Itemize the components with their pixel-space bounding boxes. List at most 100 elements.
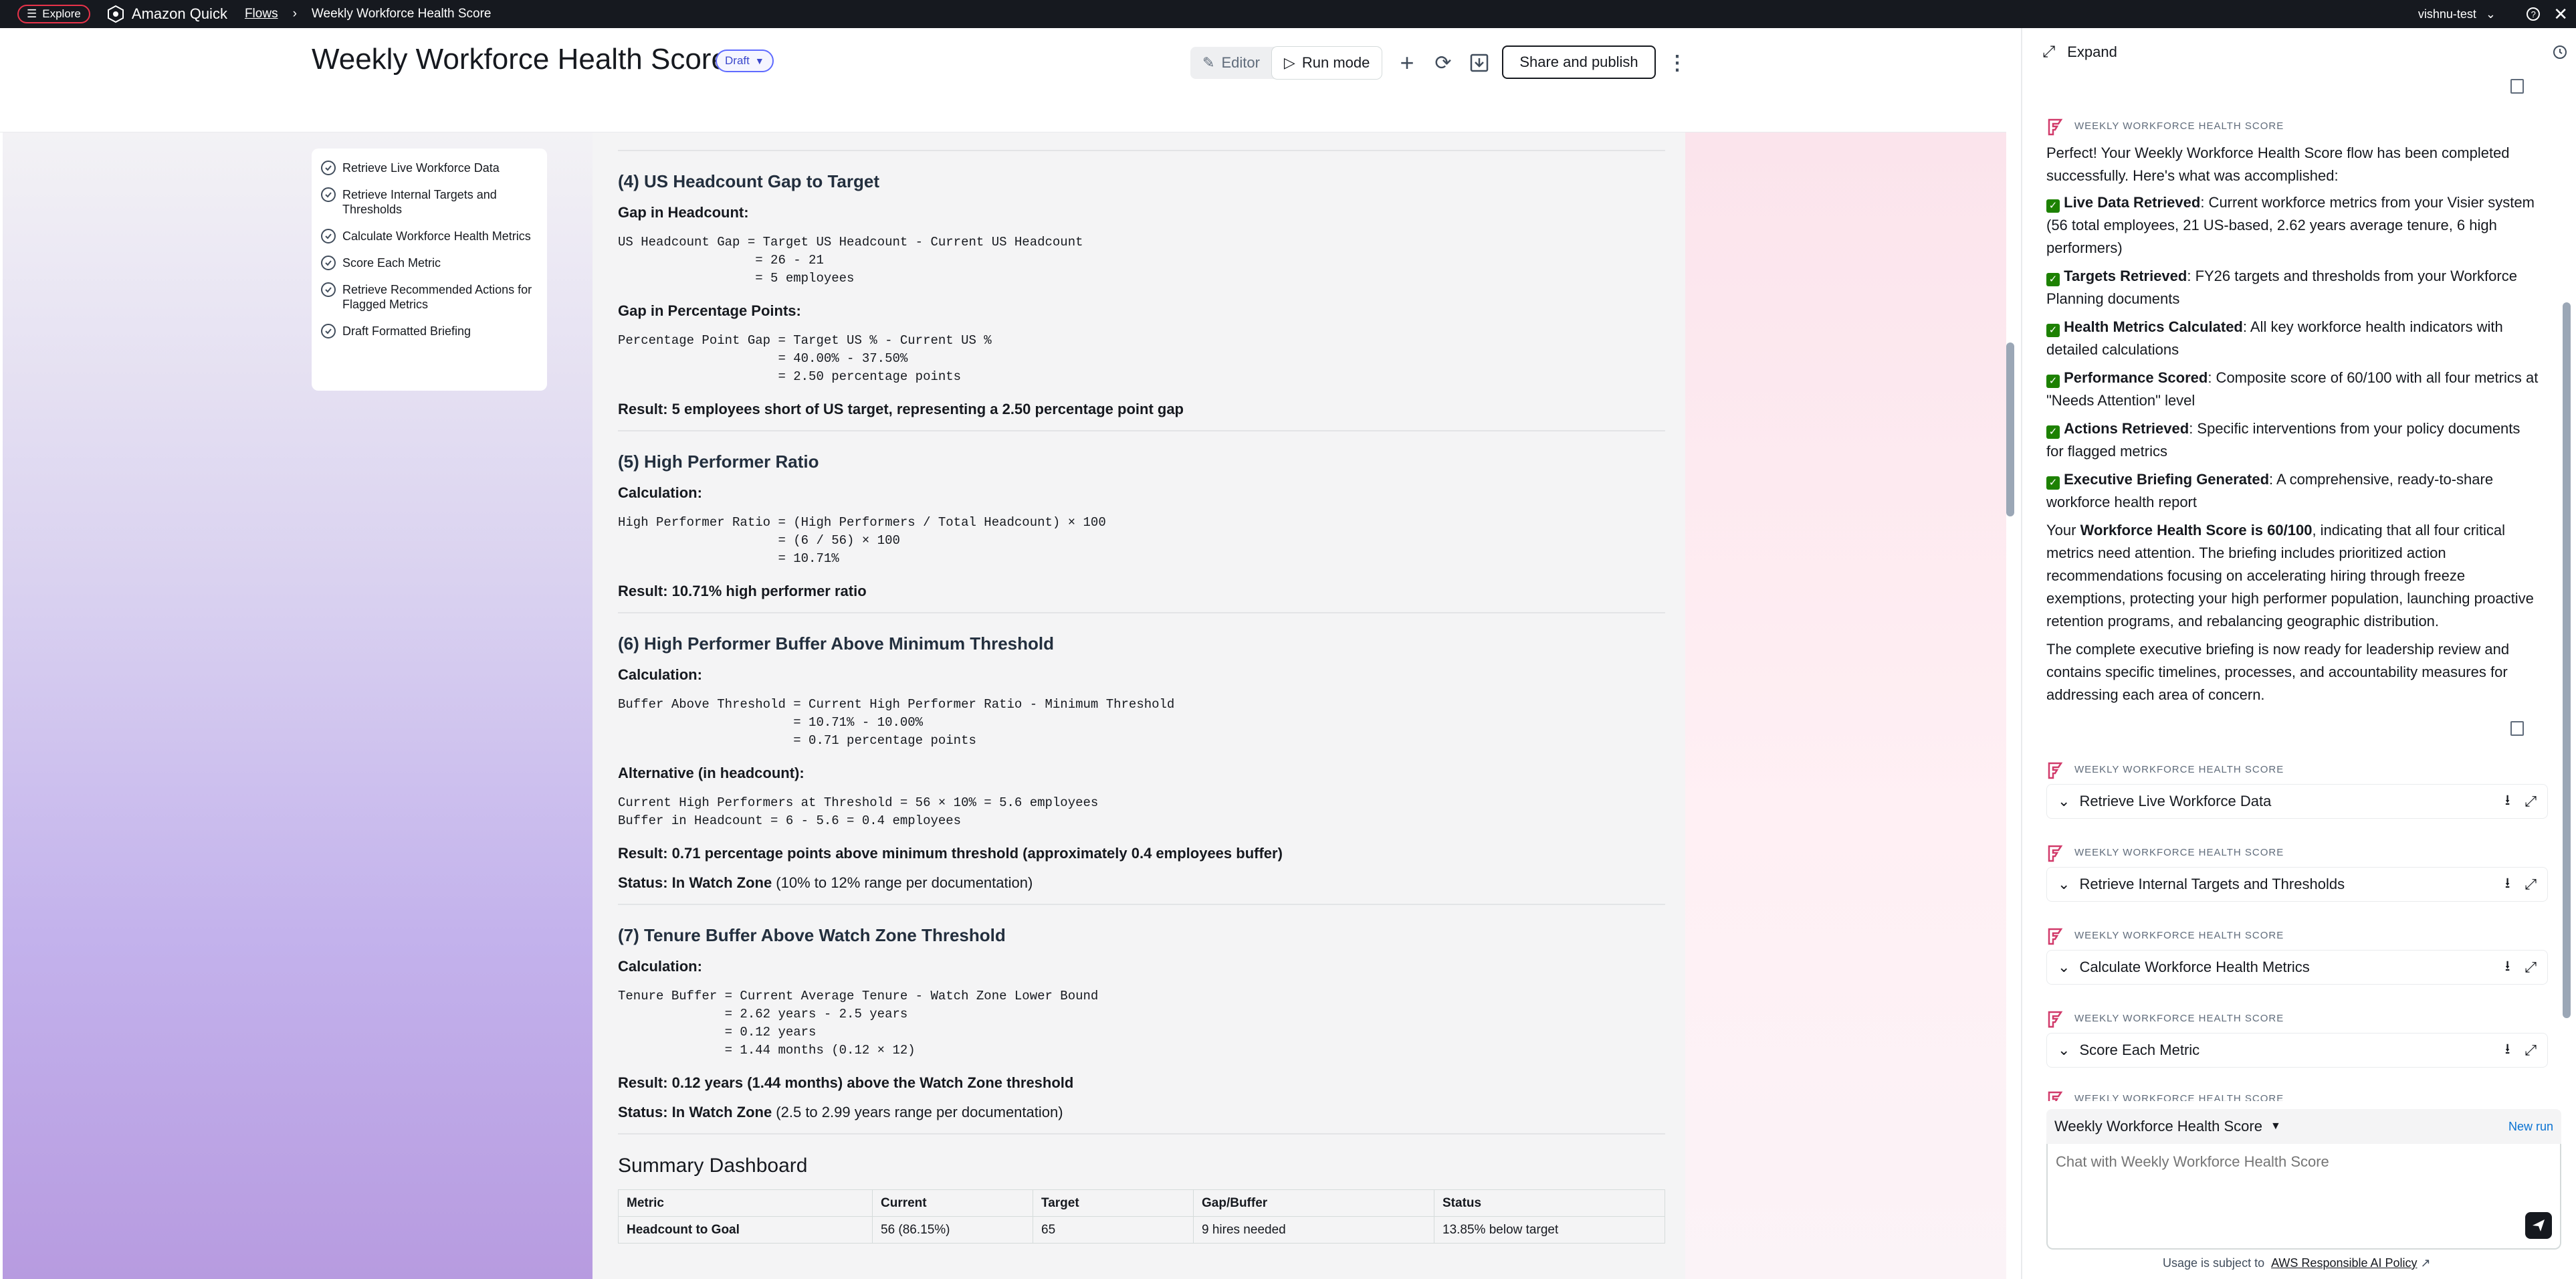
close-icon[interactable]: ✕ bbox=[2553, 4, 2568, 25]
step-item[interactable]: Calculate Workforce Health Metrics bbox=[321, 229, 538, 243]
message-label: WEEKLY WORKFORCE HEALTH SCORE bbox=[2046, 924, 2541, 947]
chat-input[interactable] bbox=[2056, 1153, 2524, 1171]
card-title: Score Each Metric bbox=[2079, 1042, 2200, 1058]
step-result-card[interactable]: ⌄ Retrieve Live Workforce Data ⭳ ⤢ bbox=[2046, 784, 2548, 819]
page-title: Weekly Workforce Health Score bbox=[312, 43, 728, 76]
refresh-icon[interactable]: ⟳ bbox=[1430, 50, 1457, 76]
expand-icon[interactable]: ⤢ bbox=[2525, 959, 2537, 976]
subheading: Gap in Headcount: bbox=[618, 204, 749, 221]
divider bbox=[618, 150, 1665, 151]
section-heading: (5) High Performer Ratio bbox=[618, 452, 819, 472]
download-icon[interactable]: ⭳ bbox=[2505, 1038, 2510, 1063]
download-icon[interactable]: ⭳ bbox=[2505, 789, 2510, 814]
check-circle-icon bbox=[321, 161, 336, 175]
draft-label: Draft bbox=[725, 54, 750, 67]
help-icon[interactable]: ? bbox=[2527, 7, 2541, 21]
accomplishment-item: ✓ Executive Briefing Generated: A compre… bbox=[2046, 468, 2541, 514]
flow-label-text: WEEKLY WORKFORCE HEALTH SCORE bbox=[2074, 1093, 2284, 1101]
history-icon[interactable] bbox=[2552, 44, 2568, 64]
step-item[interactable]: Retrieve Recommended Actions for Flagged… bbox=[321, 282, 538, 312]
send-button[interactable] bbox=[2525, 1212, 2552, 1239]
divider bbox=[618, 904, 1665, 905]
chevron-down-icon: ⌄ bbox=[2058, 793, 2070, 809]
copy-icon[interactable] bbox=[2510, 721, 2524, 736]
subheading: Calculation: bbox=[618, 666, 702, 683]
chevron-right-icon: › bbox=[292, 7, 297, 21]
item-title: Health Metrics Calculated bbox=[2064, 318, 2243, 335]
user-menu[interactable]: vishnu-test ⌄ bbox=[2418, 0, 2496, 28]
item-title: Live Data Retrieved bbox=[2064, 194, 2201, 211]
new-run-link[interactable]: New run bbox=[2508, 1120, 2553, 1134]
copy-icon[interactable] bbox=[2510, 79, 2524, 94]
explore-label: Explore bbox=[42, 7, 81, 20]
table-cell: 13.85% below target bbox=[1434, 1216, 1665, 1244]
editor-button[interactable]: ✎ Editor bbox=[1190, 47, 1272, 79]
download-icon[interactable]: ⭳ bbox=[2505, 955, 2510, 980]
breadcrumb-flows-link[interactable]: Flows bbox=[245, 7, 278, 21]
flow-selector[interactable]: Weekly Workforce Health Score ▼ New run bbox=[2046, 1109, 2561, 1144]
step-item[interactable]: Retrieve Live Workforce Data bbox=[321, 161, 538, 175]
policy-link[interactable]: AWS Responsible AI Policy bbox=[2271, 1256, 2417, 1270]
chevron-down-icon: ⌄ bbox=[2058, 959, 2070, 975]
check-mark-icon: ✓ bbox=[2046, 375, 2060, 388]
column-header: Target bbox=[1033, 1189, 1194, 1217]
canvas-scrollbar[interactable] bbox=[2006, 342, 2014, 516]
accomplishment-item: ✓ Health Metrics Calculated: All key wor… bbox=[2046, 316, 2541, 361]
column-header: Status bbox=[1434, 1189, 1665, 1217]
accomplishment-item: ✓ Targets Retrieved: FY26 targets and th… bbox=[2046, 265, 2541, 310]
check-mark-icon: ✓ bbox=[2046, 324, 2060, 337]
explore-button[interactable]: ☰ Explore bbox=[17, 5, 90, 23]
column-header: Current bbox=[872, 1189, 1033, 1217]
step-message: WEEKLY WORKFORCE HEALTH SCORE bbox=[2046, 759, 2541, 781]
subheading: Gap in Percentage Points: bbox=[618, 302, 801, 319]
result-text: Result: 5 employees short of US target, … bbox=[618, 401, 1184, 417]
share-and-publish-button[interactable]: Share and publish bbox=[1502, 45, 1656, 79]
check-circle-icon bbox=[321, 187, 336, 202]
step-result-card[interactable]: ⌄ Retrieve Internal Targets and Threshold… bbox=[2046, 867, 2548, 902]
step-message: WEEKLY WORKFORCE HEALTH SCORE bbox=[2046, 924, 2541, 947]
step-label: Retrieve Live Workforce Data bbox=[342, 161, 500, 175]
table-cell: 9 hires needed bbox=[1193, 1216, 1434, 1244]
draft-badge[interactable]: Draft ▼ bbox=[716, 50, 774, 72]
panel-scrollbar[interactable] bbox=[2563, 302, 2571, 1018]
step-item[interactable]: Draft Formatted Briefing bbox=[321, 324, 538, 338]
flow-label-text: WEEKLY WORKFORCE HEALTH SCORE bbox=[2074, 847, 2284, 858]
chevron-down-icon: ⌄ bbox=[2485, 7, 2496, 21]
step-item[interactable]: Retrieve Internal Targets and Thresholds bbox=[321, 187, 538, 217]
expand-button[interactable]: ⤢ Expand bbox=[2042, 43, 2117, 62]
flow-steps-panel: Retrieve Live Workforce Data Retrieve In… bbox=[312, 149, 547, 391]
flow-label-text: WEEKLY WORKFORCE HEALTH SCORE bbox=[2074, 764, 2284, 775]
run-mode-button[interactable]: ▷ Run mode bbox=[1271, 47, 1382, 79]
score-value: Workforce Health Score is 60/100 bbox=[2080, 522, 2313, 538]
expand-icon: ⤢ bbox=[2042, 43, 2056, 61]
section-heading: (7) Tenure Buffer Above Watch Zone Thres… bbox=[618, 925, 1006, 945]
expand-icon[interactable]: ⤢ bbox=[2525, 1042, 2537, 1059]
step-result-card[interactable]: ⌄ Calculate Workforce Health Metrics ⭳ ⤢ bbox=[2046, 950, 2548, 985]
step-item[interactable]: Score Each Metric bbox=[321, 256, 538, 270]
status-detail: (10% to 12% range per documentation) bbox=[772, 874, 1033, 891]
column-header: Metric bbox=[618, 1189, 873, 1217]
expand-icon[interactable]: ⤢ bbox=[2525, 876, 2537, 893]
download-icon[interactable] bbox=[1466, 50, 1493, 76]
add-icon[interactable]: + bbox=[1394, 49, 1420, 76]
more-options-icon[interactable]: ⋮ bbox=[1664, 50, 1691, 76]
user-name: vishnu-test bbox=[2418, 7, 2476, 21]
result-text: Result: 0.12 years (1.44 months) above t… bbox=[618, 1074, 1074, 1091]
canvas-background-right bbox=[1685, 132, 2006, 1279]
divider bbox=[618, 1133, 1665, 1135]
step-label: Retrieve Recommended Actions for Flagged… bbox=[342, 283, 532, 311]
download-icon[interactable]: ⭳ bbox=[2505, 872, 2510, 897]
step-result-card[interactable]: ⌄ Score Each Metric ⭳ ⤢ bbox=[2046, 1033, 2548, 1068]
message-label: WEEKLY WORKFORCE HEALTH SCORE bbox=[2046, 1088, 2541, 1101]
chevron-down-icon: ⌄ bbox=[2058, 876, 2070, 892]
section-heading: (4) US Headcount Gap to Target bbox=[618, 171, 879, 191]
formula-block: Percentage Point Gap = Target US % - Cur… bbox=[618, 333, 992, 384]
menu-icon: ☰ bbox=[27, 7, 37, 20]
expand-icon[interactable]: ⤢ bbox=[2525, 793, 2537, 810]
check-mark-icon: ✓ bbox=[2046, 273, 2060, 286]
divider bbox=[618, 430, 1665, 431]
formula-block: Buffer Above Threshold = Current High Pe… bbox=[618, 697, 1175, 748]
item-title: Performance Scored bbox=[2064, 369, 2208, 386]
briefing-document[interactable]: (4) US Headcount Gap to Target Gap in He… bbox=[593, 132, 1685, 1279]
brand-logo[interactable]: Amazon Quick bbox=[106, 5, 227, 23]
